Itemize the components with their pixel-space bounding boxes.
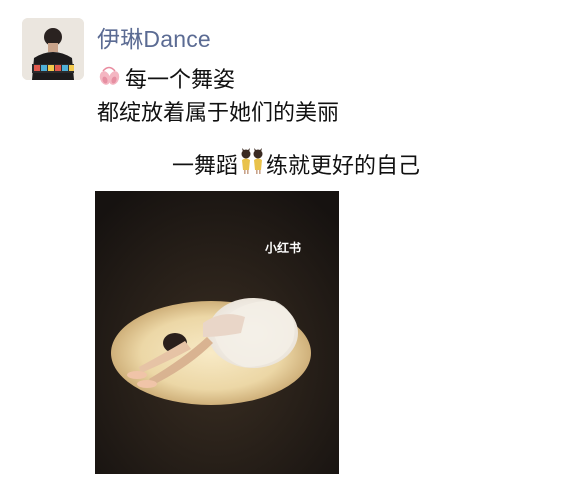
post-photo[interactable]: 小红书 bbox=[95, 191, 339, 474]
post-text-line-3-after: 练就更好的自己 bbox=[266, 153, 421, 178]
xiaohongshu-watermark: 小红书 bbox=[265, 241, 302, 255]
post-text-line-1: 每一个舞姿 bbox=[97, 62, 235, 94]
post-text-line-3-before: 一舞蹈 bbox=[172, 153, 239, 178]
author-name[interactable]: 伊琳Dance bbox=[97, 20, 211, 54]
ballerina-photo-illustration bbox=[95, 191, 339, 474]
author-avatar[interactable] bbox=[22, 18, 84, 80]
ballet-shoes-icon bbox=[97, 63, 123, 93]
post-text-line-1-label: 每一个舞姿 bbox=[125, 67, 236, 92]
avatar-portrait-icon bbox=[22, 18, 84, 80]
post-text-line-2: 都绽放着属于她们的美丽 bbox=[97, 100, 340, 125]
dancing-girls-icon bbox=[238, 148, 266, 180]
post-text-line-3: 一舞蹈 练就更好的自己 bbox=[172, 148, 420, 180]
